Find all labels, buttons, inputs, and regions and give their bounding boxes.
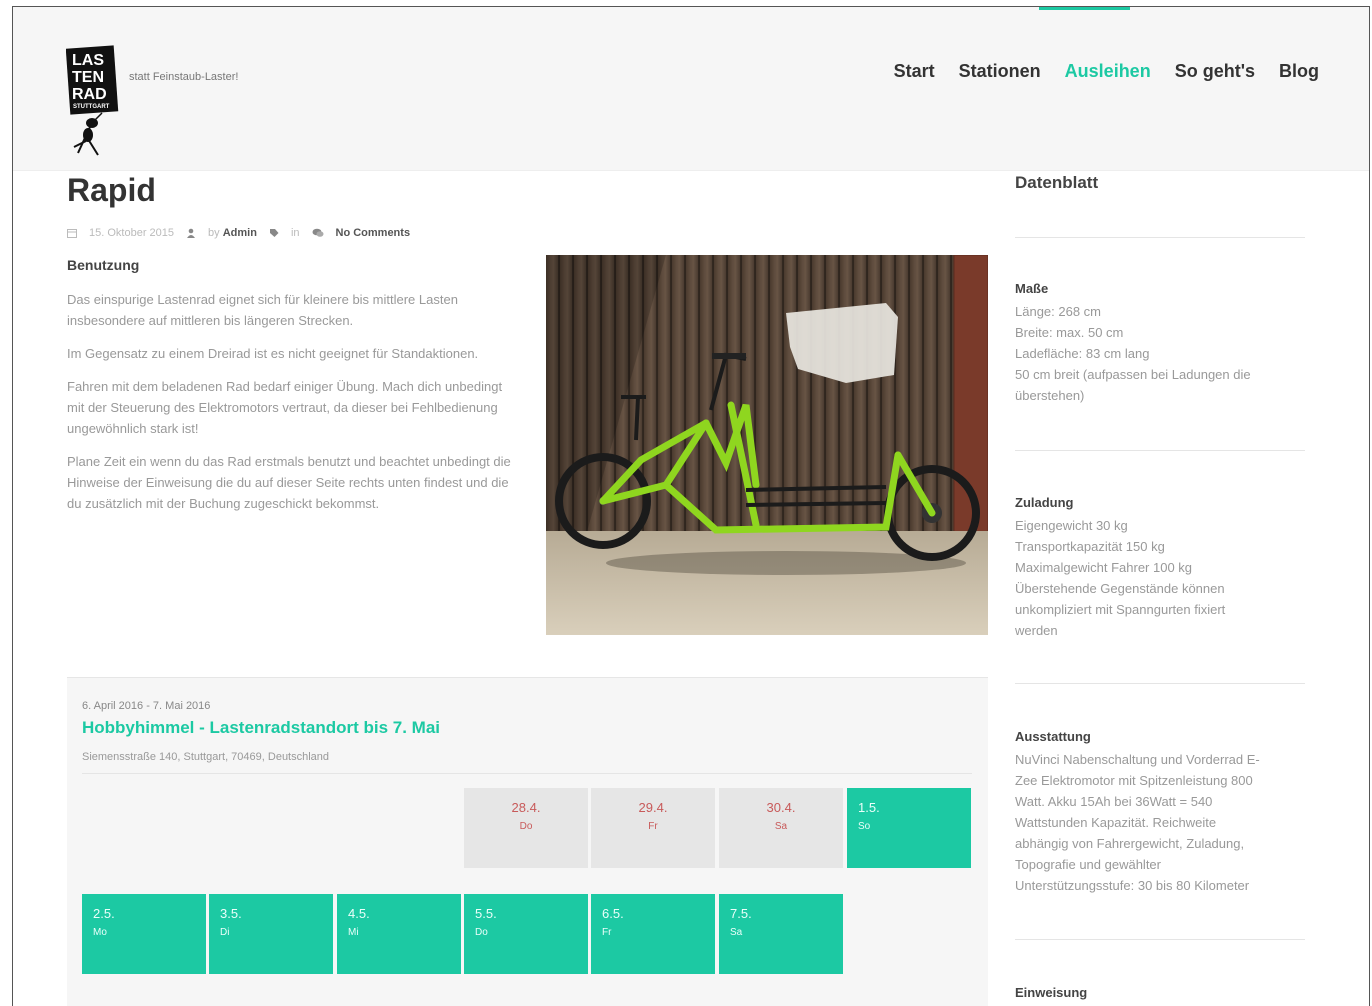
calendar-day-available[interactable]: 7.5. Sa: [719, 894, 843, 974]
author-prefix: by: [208, 227, 220, 239]
datasheet-section-zuladung: Zuladung Eigengewicht 30 kg Transportkap…: [1015, 495, 1305, 641]
nav-blog[interactable]: Blog: [1279, 61, 1319, 82]
day-date: 7.5.: [730, 906, 752, 921]
post-date: 15. Oktober 2015: [89, 227, 175, 239]
category-prefix: in: [290, 227, 300, 239]
datasheet-line: Topografie und gewählter: [1015, 857, 1161, 872]
section-heading-benutzung: Benutzung: [67, 257, 140, 273]
day-weekday: Fr: [648, 821, 658, 832]
active-nav-indicator: [1039, 7, 1130, 10]
day-weekday: Sa: [774, 821, 788, 832]
datasheet-line: überstehen): [1015, 388, 1085, 403]
nav-ausleihen[interactable]: Ausleihen: [1065, 61, 1151, 82]
post-author-link[interactable]: Admin: [223, 227, 257, 239]
calendar-day-available[interactable]: 6.5. Fr: [591, 894, 715, 974]
post-body: Das einspurige Lastenrad eignet sich für…: [67, 289, 512, 526]
datasheet-line: unkompliziert mit Spanngurten fixiert: [1015, 602, 1226, 617]
svg-text:RAD: RAD: [72, 86, 107, 103]
booking-divider: [82, 773, 972, 774]
datasheet-line: Länge: 268 cm: [1015, 304, 1102, 319]
nav-so-gehts[interactable]: So geht's: [1175, 61, 1255, 82]
section-heading: Ausstattung: [1015, 729, 1091, 744]
datasheet-line: Watt. Akku 15Ah bei 36Watt = 540: [1015, 794, 1213, 809]
booking-calendar: 6. April 2016 - 7. Mai 2016 Hobbyhimmel …: [67, 677, 988, 1006]
day-date: 2.5.: [93, 906, 115, 921]
day-date: 1.5.: [858, 800, 880, 815]
section-heading: Zuladung: [1015, 495, 1074, 510]
site-logo[interactable]: LAS TEN RAD STUTTGART: [66, 43, 120, 159]
post-paragraph: Das einspurige Lastenrad eignet sich für…: [67, 292, 458, 328]
datasheet-line: Maximalgewicht Fahrer 100 kg: [1015, 560, 1193, 575]
sidebar-divider: [1015, 450, 1305, 451]
post-paragraph: Im Gegensatz zu einem Dreirad ist es nic…: [67, 346, 479, 361]
datasheet-line: werden: [1015, 623, 1058, 638]
day-weekday: Di: [220, 927, 230, 938]
main-nav: Start Stationen Ausleihen So geht's Blog: [894, 61, 1319, 82]
page-frame: LAS TEN RAD STUTTGART statt Feinstaub-La…: [12, 6, 1370, 1006]
booking-address: Siemensstraße 140, Stuttgart, 70469, Deu…: [82, 751, 330, 763]
datasheet-section-masse: Maße Länge: 268 cm Breite: max. 50 cm La…: [1015, 281, 1305, 406]
day-weekday: Fr: [602, 927, 612, 938]
day-date: 28.4.: [511, 800, 541, 815]
site-tagline: statt Feinstaub-Laster!: [129, 71, 239, 83]
site-header: LAS TEN RAD STUTTGART statt Feinstaub-La…: [13, 7, 1369, 171]
day-date: 5.5.: [475, 906, 497, 921]
comments-icon: [312, 227, 324, 239]
datasheet-section-einweisung: Einweisung: [1015, 985, 1305, 1005]
day-date: 29.4.: [638, 800, 668, 815]
calendar-day-available[interactable]: 5.5. Do: [464, 894, 588, 974]
datasheet-line: abhängig von Fahrergewicht, Zuladung,: [1015, 836, 1245, 851]
post-meta: 15. Oktober 2015 by Admin in No Comments: [67, 227, 410, 239]
day-weekday: Do: [519, 821, 533, 832]
calendar-day-past: 30.4. Sa: [719, 788, 843, 868]
svg-text:LAS: LAS: [72, 52, 104, 69]
cargo-bike-photo: [546, 255, 988, 635]
sidebar-divider: [1015, 683, 1305, 684]
datasheet-line: Überstehende Gegenstände können: [1015, 581, 1225, 596]
day-weekday: Sa: [730, 927, 743, 938]
section-heading: Maße: [1015, 281, 1049, 296]
datasheet-section-ausstattung: Ausstattung NuVinci Nabenschaltung und V…: [1015, 729, 1305, 896]
datasheet-line: 50 cm breit (aufpassen bei Ladungen die: [1015, 367, 1251, 382]
day-weekday: Mo: [93, 927, 107, 938]
post-paragraph: Fahren mit dem beladenen Rad bedarf eini…: [67, 379, 503, 436]
booking-location-link[interactable]: Hobbyhimmel - Lastenradstandort bis 7. M…: [82, 718, 440, 738]
svg-text:STUTTGART: STUTTGART: [73, 104, 110, 110]
day-date: 3.5.: [220, 906, 242, 921]
calendar-day-available[interactable]: 2.5. Mo: [82, 894, 206, 974]
datasheet-line: Unterstützungsstufe: 30 bis 80 Kilometer: [1015, 878, 1250, 893]
datasheet-line: Zee Elektromotor mit Spitzenleistung 800: [1015, 773, 1253, 788]
day-weekday: Do: [475, 927, 488, 938]
tag-icon: [269, 227, 279, 239]
day-date: 4.5.: [348, 906, 370, 921]
sidebar-divider: [1015, 237, 1305, 238]
datasheet-line: Eigengewicht 30 kg: [1015, 518, 1128, 533]
datasheet-line: Ladefläche: 83 cm lang: [1015, 346, 1150, 361]
comments-link[interactable]: No Comments: [336, 227, 411, 239]
post-paragraph: Plane Zeit ein wenn du das Rad erstmals …: [67, 454, 511, 511]
booking-date-range: 6. April 2016 - 7. Mai 2016: [82, 700, 211, 712]
nav-start[interactable]: Start: [894, 61, 935, 82]
datasheet-line: Breite: max. 50 cm: [1015, 325, 1124, 340]
calendar-day-available[interactable]: 3.5. Di: [209, 894, 333, 974]
datasheet-line: Wattstunden Kapazität. Reichweite: [1015, 815, 1217, 830]
datasheet-line: Transportkapazität 150 kg: [1015, 539, 1165, 554]
calendar-icon: [67, 227, 77, 239]
calendar-day-available[interactable]: 4.5. Mi: [337, 894, 461, 974]
day-date: 30.4.: [766, 800, 796, 815]
calendar-day-past: 29.4. Fr: [591, 788, 715, 868]
user-icon: [186, 227, 196, 239]
datasheet-line: NuVinci Nabenschaltung und Vorderrad E-: [1015, 752, 1260, 767]
calendar-day-past: 28.4. Do: [464, 788, 588, 868]
calendar-day-available[interactable]: 1.5. So: [847, 788, 971, 868]
page-title: Rapid: [67, 172, 156, 208]
day-weekday: So: [858, 821, 871, 832]
sidebar-divider: [1015, 939, 1305, 940]
nav-stationen[interactable]: Stationen: [959, 61, 1041, 82]
day-date: 6.5.: [602, 906, 624, 921]
day-weekday: Mi: [348, 927, 359, 938]
section-heading: Einweisung: [1015, 985, 1088, 1000]
datasheet-title: Datenblatt: [1015, 173, 1099, 192]
svg-text:TEN: TEN: [72, 69, 104, 86]
